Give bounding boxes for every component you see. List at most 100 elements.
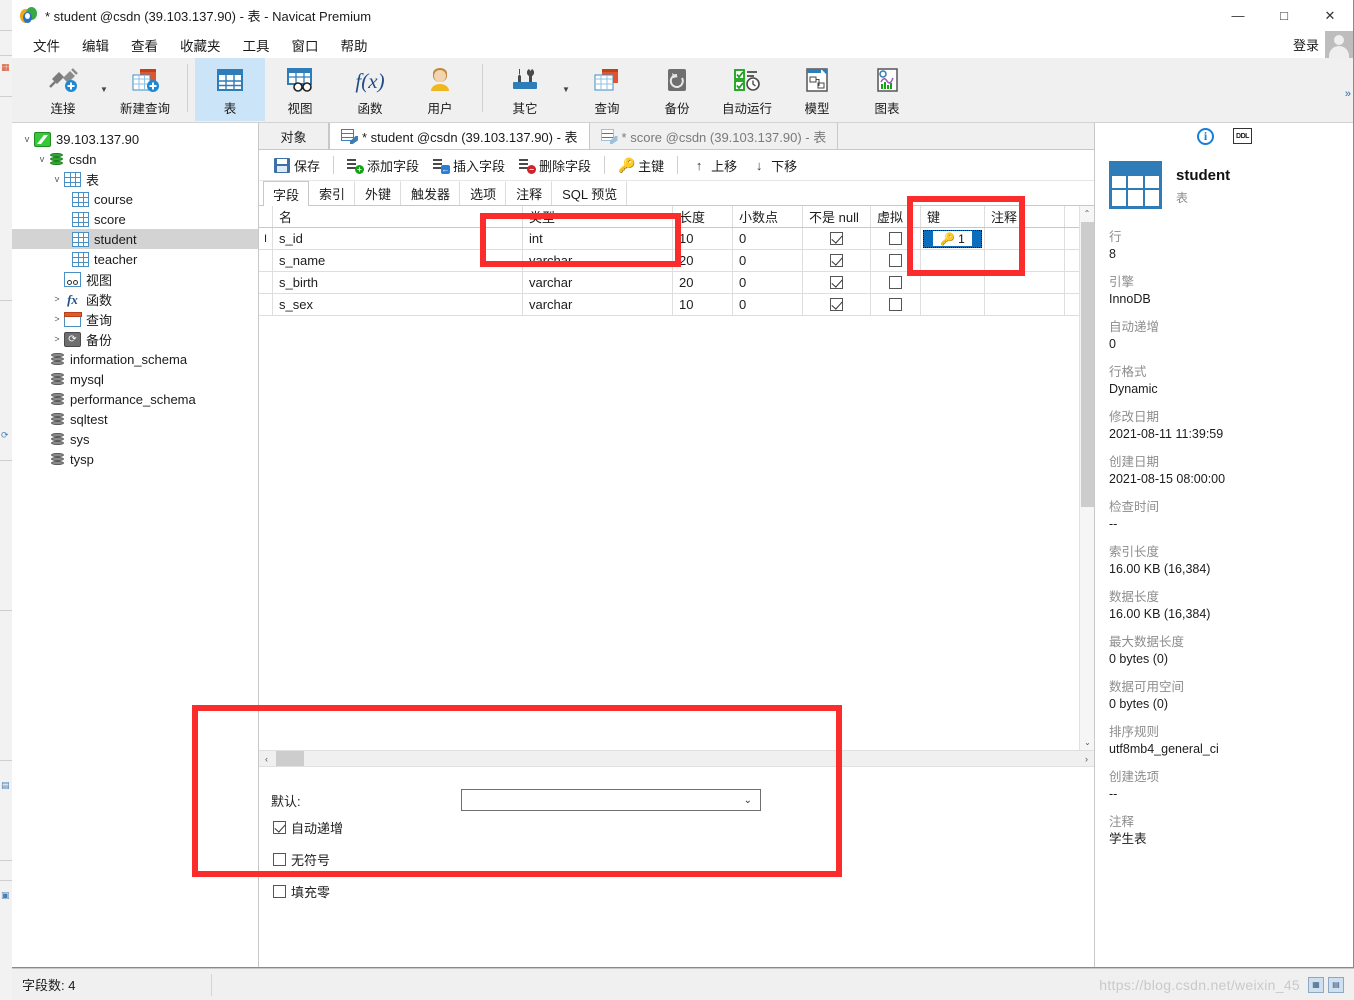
toolbar-button-connection[interactable]: 连接 xyxy=(28,58,98,121)
cell-comment[interactable] xyxy=(985,294,1065,315)
grid-vertical-scrollbar[interactable]: ⌃ ⌄ xyxy=(1079,206,1094,750)
zerofill-row[interactable]: 填充零 xyxy=(273,882,1094,901)
not-null-checkbox[interactable] xyxy=(830,232,843,245)
grid-view-icon[interactable]: ▦ xyxy=(1308,977,1324,993)
cell-length[interactable]: 10 xyxy=(673,228,733,249)
twisty-icon[interactable]: v xyxy=(35,154,49,164)
toolbar-button-chart[interactable]: 图表 xyxy=(852,58,922,121)
save-button[interactable]: 保存 xyxy=(267,153,327,178)
tab-sql-preview[interactable]: SQL 预览 xyxy=(552,181,627,205)
menu-item-file[interactable]: 文件 xyxy=(22,32,71,58)
sidebar-tree[interactable]: v 39.103.137.90 v csdn v 表 course xyxy=(12,123,259,967)
tab-indexes[interactable]: 索引 xyxy=(309,181,355,205)
ddl-button[interactable]: DDL xyxy=(1233,127,1252,146)
tab-comment[interactable]: 注释 xyxy=(506,181,552,205)
not-null-checkbox[interactable] xyxy=(830,276,843,289)
tab-options[interactable]: 选项 xyxy=(460,181,506,205)
chevron-down-icon[interactable]: ⌄ xyxy=(744,795,752,806)
hscroll-thumb[interactable] xyxy=(276,751,304,766)
sidebar-item-score[interactable]: score xyxy=(12,209,258,229)
menu-item-help[interactable]: 帮助 xyxy=(330,32,379,58)
menu-item-tools[interactable]: 工具 xyxy=(232,32,281,58)
sidebar-item-performance-schema[interactable]: performance_schema xyxy=(12,389,258,409)
scroll-thumb[interactable] xyxy=(1081,222,1094,507)
sidebar-item-teacher[interactable]: teacher xyxy=(12,249,258,269)
menu-item-window[interactable]: 窗口 xyxy=(281,32,330,58)
field-grid[interactable]: 名 类型 长度 小数点 不是 null 虚拟 键 注释 I s_id int 1… xyxy=(259,206,1094,316)
column-header-decimals[interactable]: 小数点 xyxy=(733,206,803,227)
column-header-not-null[interactable]: 不是 null xyxy=(803,206,871,227)
primary-key-button[interactable]: 🔑 主键 xyxy=(611,153,671,178)
cell-not-null[interactable] xyxy=(803,294,871,315)
sidebar-item-backups[interactable]: > ⟳ 备份 xyxy=(12,329,258,349)
toolbar-button-query[interactable]: 查询 xyxy=(572,58,642,121)
sidebar-item-queries[interactable]: > 查询 xyxy=(12,309,258,329)
toolbar-button-user[interactable]: 用户 xyxy=(405,58,475,121)
delete-field-button[interactable]: − 删除字段 xyxy=(512,153,598,178)
form-view-icon[interactable]: ▤ xyxy=(1328,977,1344,993)
cell-decimals[interactable]: 0 xyxy=(733,294,803,315)
column-header-length[interactable]: 长度 xyxy=(673,206,733,227)
cell-field-name[interactable]: s_id xyxy=(273,228,523,249)
sidebar-item-information-schema[interactable]: information_schema xyxy=(12,349,258,369)
table-row[interactable]: s_sex varchar 10 0 xyxy=(259,294,1094,316)
auto-increment-checkbox[interactable] xyxy=(273,821,286,834)
twisty-icon[interactable]: v xyxy=(20,134,34,144)
tab-foreign-keys[interactable]: 外键 xyxy=(355,181,401,205)
cell-key[interactable] xyxy=(921,250,985,271)
cell-not-null[interactable] xyxy=(803,228,871,249)
grid-horizontal-scrollbar[interactable]: ‹ › xyxy=(259,750,1094,767)
hscroll-left-icon[interactable]: ‹ xyxy=(259,754,274,764)
key-cell-selected[interactable]: 🔑 1 xyxy=(923,230,982,248)
cell-key[interactable] xyxy=(921,294,985,315)
close-button[interactable]: ✕ xyxy=(1307,0,1353,31)
cell-key[interactable]: 🔑 1 xyxy=(921,228,985,249)
cell-virtual[interactable] xyxy=(871,228,921,249)
menu-item-edit[interactable]: 编辑 xyxy=(71,32,120,58)
insert-field-button[interactable]: ← 插入字段 xyxy=(426,153,512,178)
sidebar-item-tables-group[interactable]: v 表 xyxy=(12,169,258,189)
sidebar-item-views[interactable]: 视图 xyxy=(12,269,258,289)
cell-length[interactable]: 10 xyxy=(673,294,733,315)
tab-student-table[interactable]: * student @csdn (39.103.137.90) - 表 xyxy=(329,122,590,149)
avatar[interactable] xyxy=(1325,31,1353,58)
cell-decimals[interactable]: 0 xyxy=(733,272,803,293)
table-row[interactable]: s_name varchar 20 0 xyxy=(259,250,1094,272)
toolbar-overflow-icon[interactable]: » xyxy=(1345,88,1351,100)
tab-fields[interactable]: 字段 xyxy=(263,181,309,206)
sidebar-item-tysp[interactable]: tysp xyxy=(12,449,258,469)
cell-decimals[interactable]: 0 xyxy=(733,228,803,249)
column-header-key[interactable]: 键 xyxy=(921,206,985,227)
info-button[interactable]: i xyxy=(1196,127,1215,146)
toolbar-button-table[interactable]: 表 xyxy=(195,58,265,121)
menu-item-view[interactable]: 查看 xyxy=(120,32,169,58)
cell-length[interactable]: 20 xyxy=(673,272,733,293)
cell-length[interactable]: 20 xyxy=(673,250,733,271)
virtual-checkbox[interactable] xyxy=(889,276,902,289)
unsigned-row[interactable]: 无符号 xyxy=(273,850,1094,869)
sidebar-item-functions[interactable]: > fx 函数 xyxy=(12,289,258,309)
hscroll-right-icon[interactable]: › xyxy=(1079,754,1094,764)
cell-decimals[interactable]: 0 xyxy=(733,250,803,271)
table-row[interactable]: I s_id int 10 0 🔑 1 xyxy=(259,228,1094,250)
tab-score-table[interactable]: * score @csdn (39.103.137.90) - 表 xyxy=(590,123,839,149)
toolbar-button-other[interactable]: 其它 xyxy=(490,58,560,121)
sidebar-item-course[interactable]: course xyxy=(12,189,258,209)
move-down-button[interactable]: ↓ 下移 xyxy=(744,153,804,178)
toolbar-button-backup[interactable]: 备份 xyxy=(642,58,712,121)
sidebar-item-csdn[interactable]: v csdn xyxy=(12,149,258,169)
cell-field-type[interactable]: int xyxy=(523,228,673,249)
column-header-comment[interactable]: 注释 xyxy=(985,206,1065,227)
login-link[interactable]: 登录 xyxy=(1293,35,1319,54)
column-header-virtual[interactable]: 虚拟 xyxy=(871,206,921,227)
twisty-icon[interactable]: > xyxy=(50,314,64,324)
cell-virtual[interactable] xyxy=(871,294,921,315)
default-value-select[interactable]: ⌄ xyxy=(461,789,761,811)
virtual-checkbox[interactable] xyxy=(889,232,902,245)
cell-field-name[interactable]: s_birth xyxy=(273,272,523,293)
cell-field-type[interactable]: varchar xyxy=(523,250,673,271)
cell-virtual[interactable] xyxy=(871,250,921,271)
twisty-icon[interactable]: > xyxy=(50,294,64,304)
toolbar-button-function[interactable]: f(x) 函数 xyxy=(335,58,405,121)
table-row[interactable]: s_birth varchar 20 0 xyxy=(259,272,1094,294)
